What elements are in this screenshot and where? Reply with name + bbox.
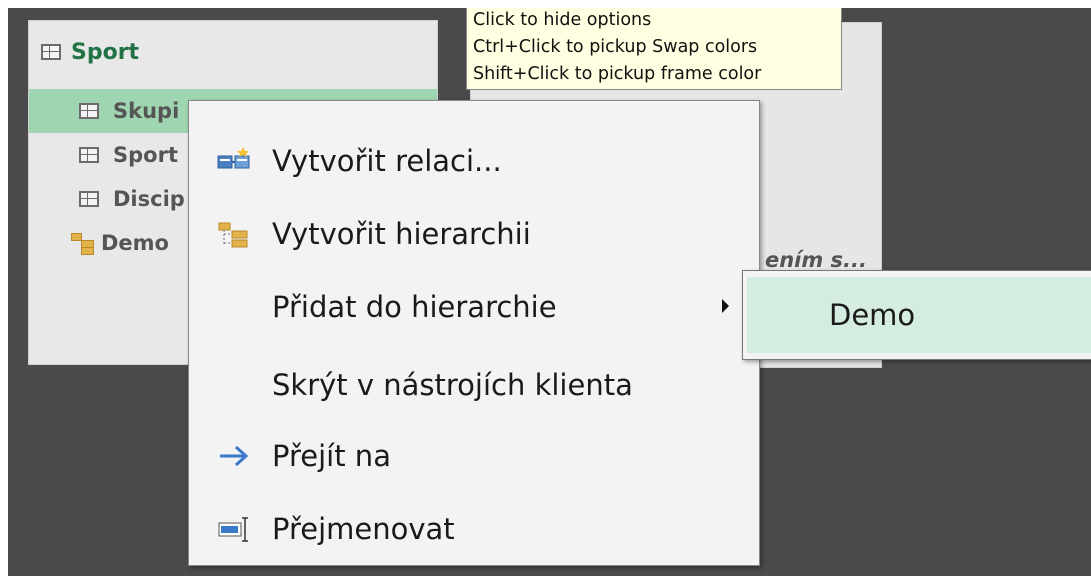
submenu-item-label: Demo	[829, 298, 916, 332]
table-icon	[41, 44, 61, 60]
hierarchy-icon	[71, 232, 95, 255]
submenu-hierarchies: Demo	[742, 270, 1091, 360]
menu-item-add-to-hierarchy[interactable]: Přidat do hierarchie	[189, 277, 759, 337]
tooltip-line: Ctrl+Click to pickup Swap colors	[473, 37, 758, 57]
menu-item-label: Vytvořit hierarchii	[272, 217, 531, 251]
menu-item-label: Vytvořit relaci...	[272, 144, 502, 178]
table-icon	[79, 103, 99, 119]
arrow-right-icon	[220, 445, 249, 467]
menu-item-label: Přidat do hierarchie	[272, 290, 557, 324]
table-icon	[79, 191, 99, 207]
card-row-label: Discip	[113, 187, 185, 211]
tooltip-line: Click to hide options	[473, 10, 652, 30]
tooltip: Click to hide options Ctrl+Click to pick…	[466, 8, 842, 90]
submenu-arrow-icon	[722, 299, 729, 313]
menu-item-rename[interactable]: Přejmenovat	[189, 499, 759, 559]
menu-item-hide-from-client-tools[interactable]: Skrýt v nástrojích klienta	[189, 355, 759, 415]
menu-item-label: Skrýt v nástrojích klienta	[272, 368, 633, 402]
tooltip-line: Shift+Click to pickup frame color	[473, 64, 762, 84]
menu-item-label: Přejít na	[272, 439, 391, 473]
right-card-truncated-text: ením s...	[764, 248, 867, 272]
create-relationship-icon	[217, 147, 250, 169]
card-title: Sport	[71, 39, 140, 65]
menu-item-label: Přejmenovat	[272, 512, 455, 546]
card-row-label: Sport	[113, 143, 178, 167]
context-menu: Vytvořit relaci... Vytvořit hierarchii P…	[188, 100, 760, 566]
menu-item-go-to[interactable]: Přejít na	[189, 426, 759, 486]
create-hierarchy-icon	[218, 222, 248, 248]
card-row-label: Demo	[101, 231, 169, 255]
rename-icon	[218, 517, 248, 542]
card-row-label: Skupi	[113, 99, 180, 123]
menu-item-create-hierarchy[interactable]: Vytvořit hierarchii	[189, 204, 759, 264]
submenu-item-demo[interactable]: Demo	[747, 277, 1091, 353]
diagram-canvas: ením s... Sport Skupi Sport Discip Demo	[8, 8, 1091, 576]
card-header[interactable]: Sport	[29, 21, 437, 83]
menu-item-create-relationship[interactable]: Vytvořit relaci...	[189, 131, 759, 191]
table-icon	[79, 147, 99, 163]
